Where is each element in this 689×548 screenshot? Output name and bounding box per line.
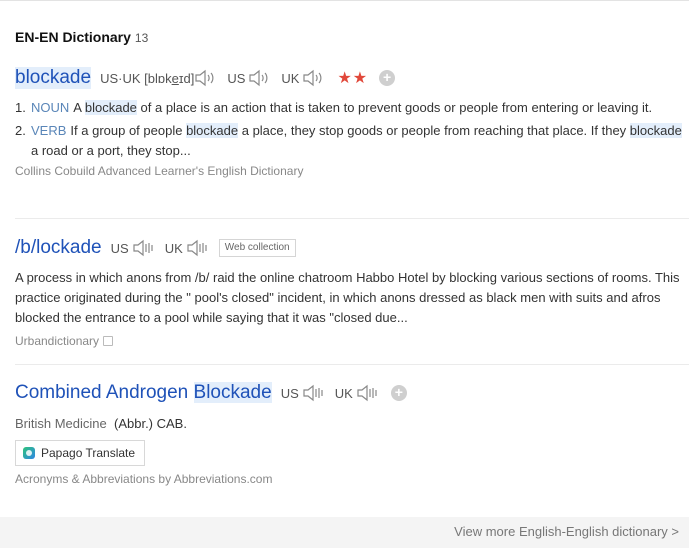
highlight-word: blockade: [84, 100, 137, 115]
papago-label: Papago Translate: [41, 446, 136, 460]
speaker-icon[interactable]: [248, 69, 272, 87]
ipa-text-end: ɪd]: [178, 70, 195, 86]
papago-logo-icon: [23, 447, 35, 459]
definition-text: a place, they stop goods or people from …: [238, 123, 630, 138]
ipa-text-stress: e: [171, 70, 179, 86]
definition-text: of a place is an action that is taken to…: [136, 100, 653, 115]
highlight-word: blockade: [629, 123, 682, 138]
add-wordbook-button[interactable]: +: [379, 70, 396, 86]
source-text: Urbandictionary: [15, 334, 100, 348]
pronunciation-usuk: US·UK [blɒk e ɪd]: [100, 69, 218, 87]
uk-label: UK: [164, 240, 183, 256]
definition-text: A: [73, 100, 85, 115]
section-title: EN-EN Dictionary 13: [15, 29, 148, 45]
copy-icon[interactable]: [103, 336, 114, 346]
us-label: US: [280, 385, 299, 401]
headword-link[interactable]: blockade: [15, 67, 92, 89]
pronunciation-us: US: [281, 384, 326, 402]
part-of-speech: VERB: [31, 123, 67, 138]
view-more-bar[interactable]: View more English-English dictionary >: [0, 517, 689, 548]
dictionary-source: Collins Cobuild Advanced Learner's Engli…: [15, 164, 689, 178]
pronunciation-uk: UK: [281, 69, 326, 87]
pronunciation-us: US: [227, 69, 272, 87]
pronunciation-uk: UK: [335, 384, 380, 402]
add-wordbook-button[interactable]: +: [390, 385, 407, 401]
uk-label: UK: [334, 385, 353, 401]
definition-item: 1. NOUN A blockade of a place is an actio…: [15, 98, 689, 118]
section-count: 13: [134, 31, 149, 45]
dictionary-source: Urbandictionary: [15, 334, 689, 348]
speaker-icon[interactable]: [302, 384, 326, 402]
field-label: British Medicine: [15, 416, 107, 431]
headword-text: Combined Androgen: [15, 382, 194, 403]
speaker-icon[interactable]: [302, 69, 326, 87]
entry-b-lockade: /b/lockade US UK Web collection A proces…: [15, 237, 689, 348]
uk-label: UK: [281, 70, 300, 86]
entry-header: Combined Androgen Blockade US UK +: [15, 382, 689, 404]
definition-item: 2. VERB If a group of people blockade a p…: [15, 121, 689, 161]
entry-header: blockade US·UK [blɒk e ɪd] US UK ★★ +: [15, 67, 689, 89]
dictionary-source: Acronyms & Abbreviations by Abbreviation…: [15, 472, 272, 486]
entry-blockade: blockade US·UK [blɒk e ɪd] US UK ★★ + 1. N…: [15, 67, 689, 178]
definition-text: a road or a port, they stop...: [31, 143, 191, 158]
speaker-icon[interactable]: [194, 69, 218, 87]
source-text: Acronyms & Abbreviations by Abbreviation…: [15, 472, 273, 486]
us-label: US: [110, 240, 129, 256]
highlight-word: blockade: [186, 123, 239, 138]
entry-combined-androgen-blockade: Combined Androgen Blockade US UK + Briti…: [15, 382, 689, 434]
headword-link[interactable]: /b/lockade: [15, 237, 102, 259]
source-text: Collins Cobuild Advanced Learner's Engli…: [15, 164, 304, 178]
entry-description: A process in which anons from /b/ raid t…: [15, 270, 680, 325]
part-of-speech: NOUN: [31, 100, 70, 115]
definition-number: 1.: [15, 100, 26, 115]
view-more-link[interactable]: View more English-English dictionary >: [454, 524, 679, 539]
headword-highlight: Blockade: [193, 382, 272, 403]
web-collection-tag: Web collection: [218, 239, 296, 257]
headword-link[interactable]: Combined Androgen Blockade: [15, 382, 272, 404]
papago-translate-button[interactable]: Papago Translate: [15, 440, 146, 466]
entry-header: /b/lockade US UK Web collection: [15, 237, 689, 259]
definition-number: 2.: [15, 123, 26, 138]
definition-list: 1. NOUN A blockade of a place is an actio…: [15, 98, 689, 161]
pron-label: US·UK: [100, 70, 141, 86]
definition-text: If a group of people: [70, 123, 187, 138]
importance-stars: ★★: [337, 70, 369, 87]
pronunciation-us: US: [111, 239, 156, 257]
abbreviation-text: (Abbr.) CAB.: [114, 416, 187, 431]
speaker-icon[interactable]: [356, 384, 380, 402]
ipa-text-start: [blɒk: [144, 70, 172, 86]
top-divider: [0, 0, 689, 1]
entry-divider: [15, 218, 689, 219]
speaker-icon[interactable]: [186, 239, 210, 257]
pronunciation-uk: UK: [165, 239, 210, 257]
entry-definition: British Medicine (Abbr.) CAB.: [15, 414, 689, 434]
us-label: US: [227, 70, 246, 86]
entry-divider: [15, 364, 689, 365]
speaker-icon[interactable]: [132, 239, 156, 257]
section-title-text: EN-EN Dictionary: [15, 29, 131, 45]
